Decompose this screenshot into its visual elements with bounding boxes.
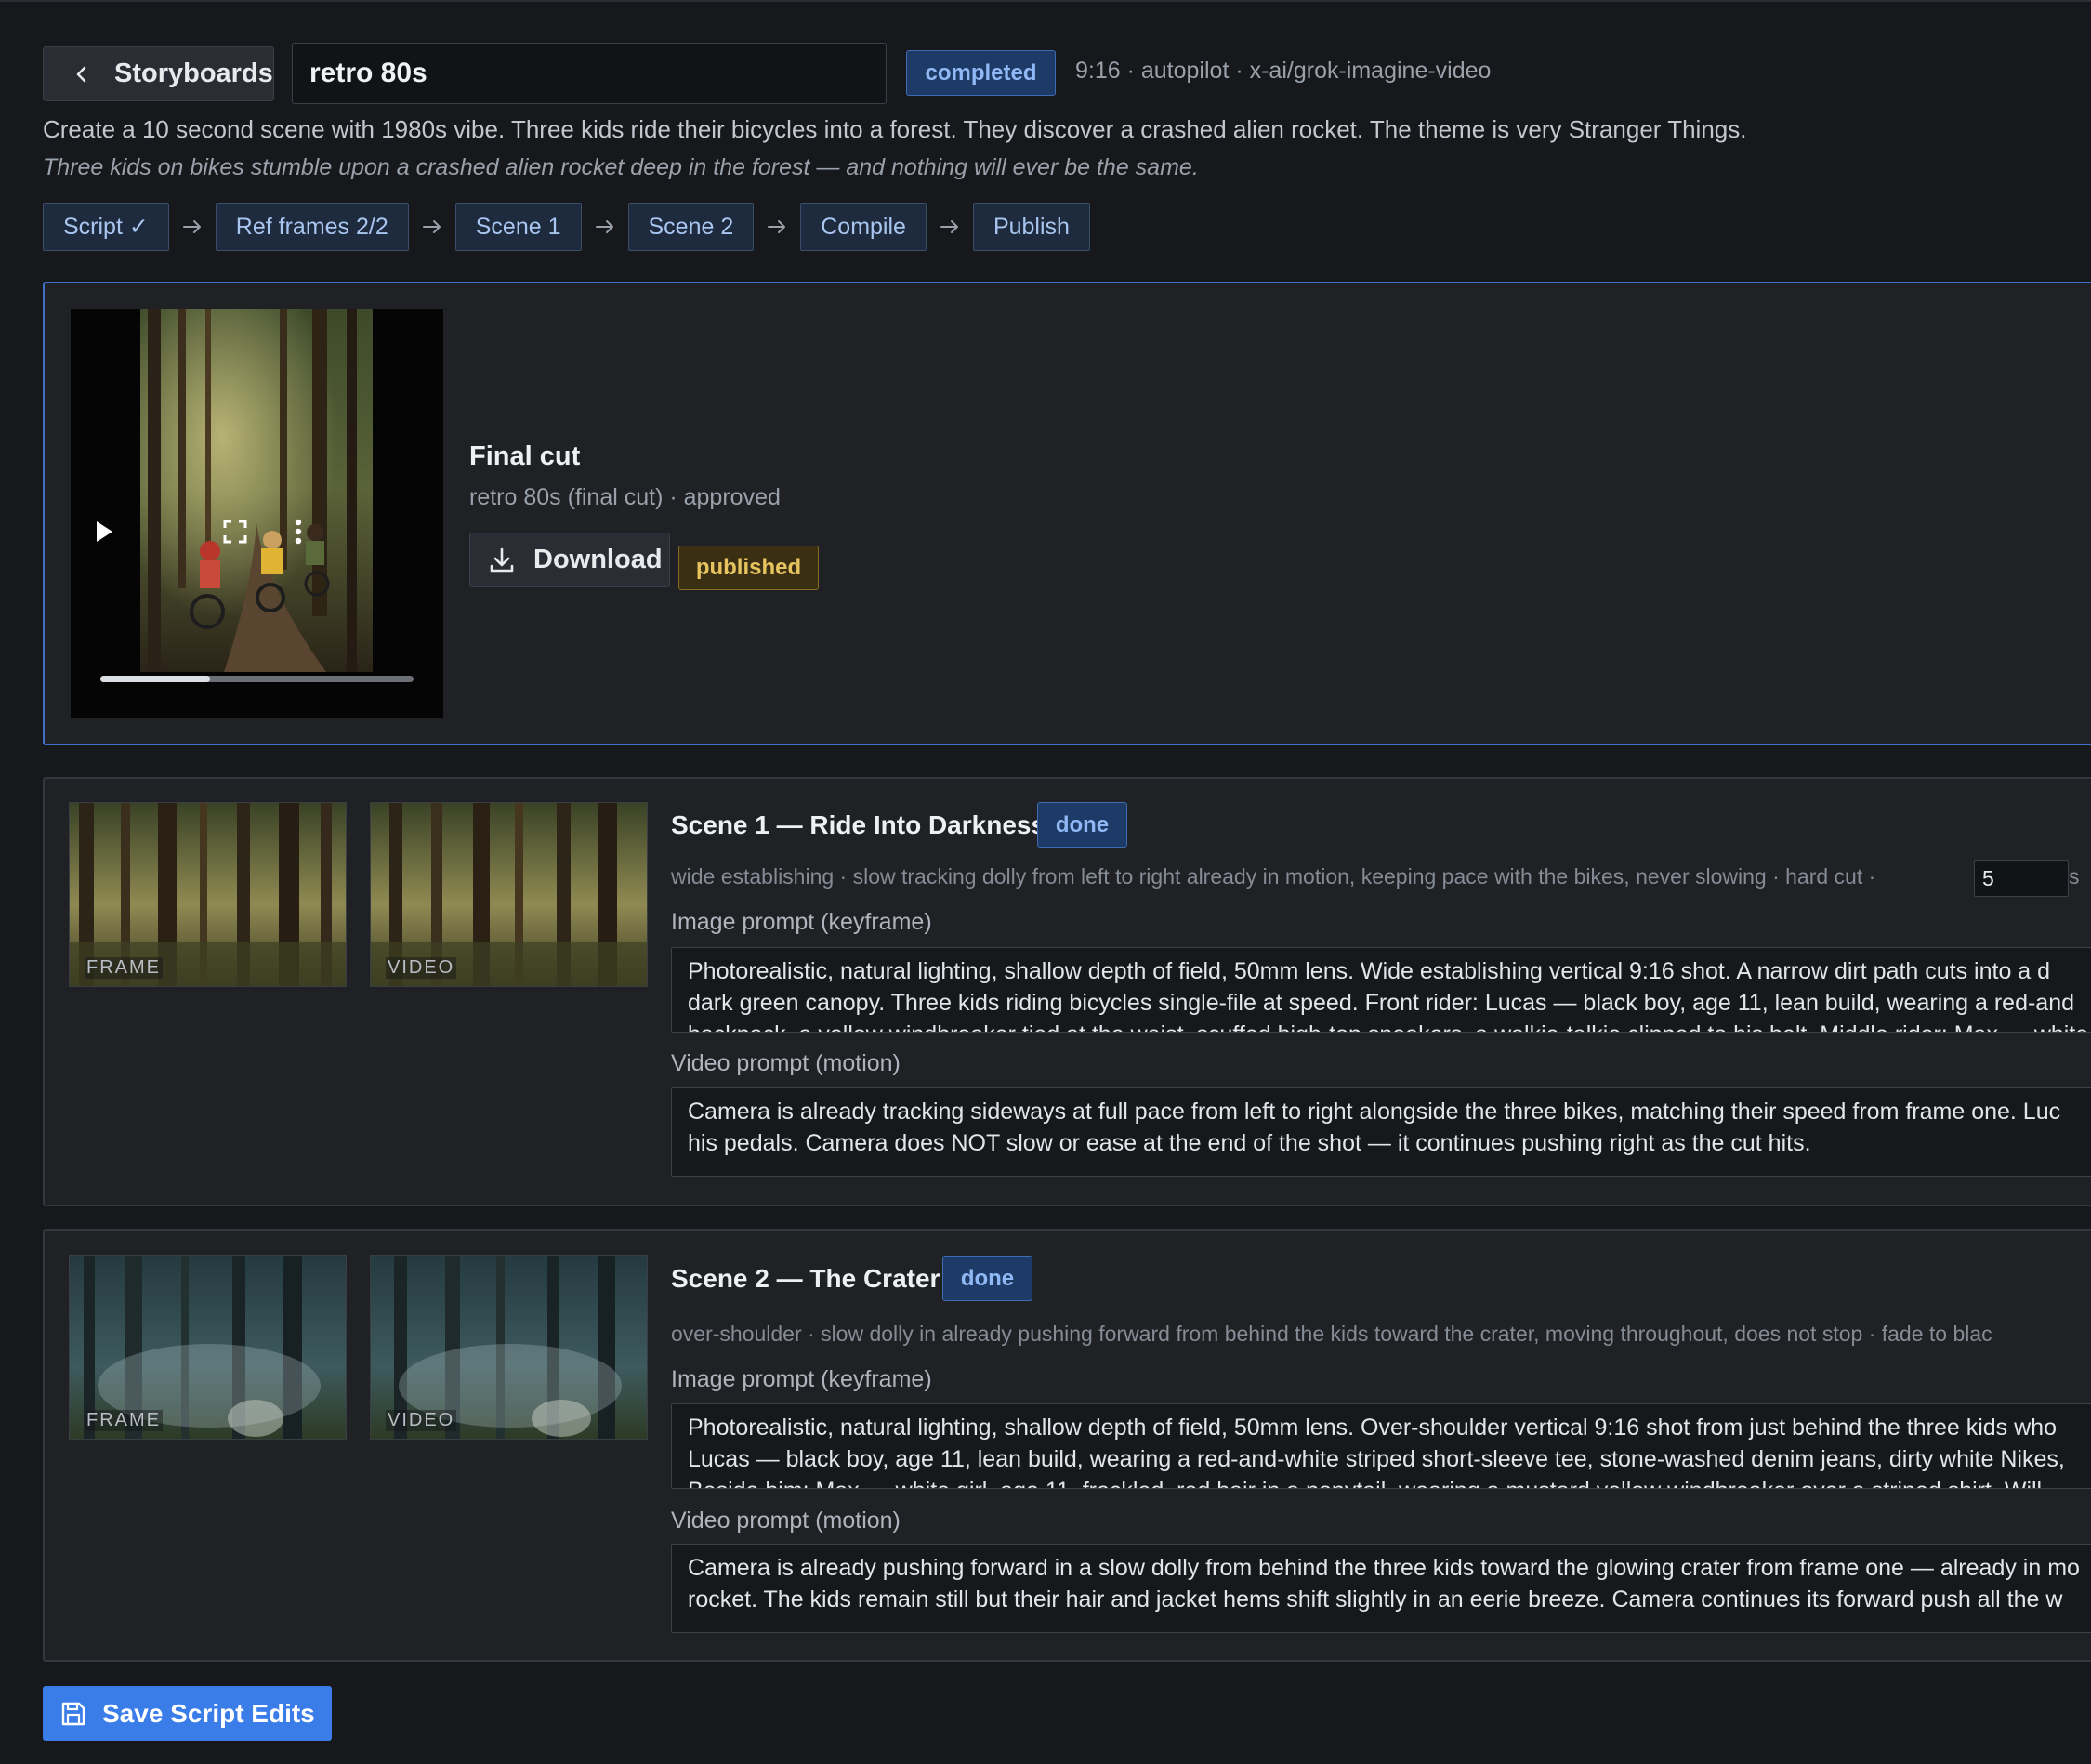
top-divider xyxy=(0,0,2091,2)
download-icon xyxy=(487,546,517,575)
video-label: VIDEO xyxy=(386,1410,457,1431)
arrow-right-icon xyxy=(582,219,628,234)
save-label: Save Script Edits xyxy=(102,1698,315,1728)
more-options-icon[interactable] xyxy=(283,516,314,547)
scene-2-video-prompt-textarea[interactable]: Camera is already pushing forward in a s… xyxy=(671,1544,2091,1633)
video-player[interactable] xyxy=(71,309,443,718)
storyboard-prompt: Create a 10 second scene with 1980s vibe… xyxy=(43,115,1747,143)
step-script[interactable]: Script ✓ xyxy=(43,203,169,251)
scene-1-video-thumbnail[interactable]: VIDEO xyxy=(370,802,648,987)
scene-1-shot-meta: wide establishing · slow tracking dolly … xyxy=(671,864,1876,889)
final-cut-title: Final cut xyxy=(469,441,581,471)
step-publish[interactable]: Publish xyxy=(972,203,1090,251)
prompt-line: Camera is already pushing forward in a s… xyxy=(688,1555,2080,1581)
scene-card-1: FRAME VIDEO Scene 1 — Ride Into Darkness… xyxy=(43,777,2091,1206)
prompt-line: Photorealistic, natural lighting, shallo… xyxy=(688,1415,2057,1441)
prompt-line: rocket. The kids remain still but their … xyxy=(688,1586,2063,1613)
video-label: VIDEO xyxy=(386,957,457,979)
video-prompt-label: Video prompt (motion) xyxy=(671,1507,901,1534)
image-prompt-label: Image prompt (keyframe) xyxy=(671,909,932,935)
frame-label: FRAME xyxy=(85,1410,163,1431)
download-label: Download xyxy=(533,545,663,574)
storyboard-logline: Three kids on bikes stumble upon a crash… xyxy=(43,154,1199,180)
duration-unit: s xyxy=(2069,864,2080,889)
scene-2-shot-meta: over-shoulder · slow dolly in already pu… xyxy=(671,1322,1992,1346)
scene-1-frame-thumbnail[interactable]: FRAME xyxy=(69,802,347,987)
scene-1-status-badge: done xyxy=(1037,802,1127,848)
scene-1-title: Scene 1 — Ride Into Darkness xyxy=(671,810,1046,839)
prompt-line: Beside him: Max — white girl, age 11, fr… xyxy=(688,1475,2091,1488)
frame-label: FRAME xyxy=(85,957,163,979)
scene-1-duration-input[interactable] xyxy=(1974,860,2069,897)
scene-2-frame-thumbnail[interactable]: FRAME xyxy=(69,1255,347,1440)
prompt-line: his pedals. Camera does NOT slow or ease… xyxy=(688,1130,1811,1156)
final-cut-panel: Final cut retro 80s (final cut) · approv… xyxy=(43,282,2091,745)
scene-1-video-prompt-textarea[interactable]: Camera is already tracking sideways at f… xyxy=(671,1087,2091,1177)
save-script-edits-button[interactable]: Save Script Edits xyxy=(43,1686,332,1741)
prompt-line: Lucas — black boy, age 11, lean build, w… xyxy=(688,1446,2065,1472)
prompt-line: dark green canopy. Three kids riding bic… xyxy=(688,990,2075,1016)
pipeline-steps: Script ✓ Ref frames 2/2 Scene 1 Scene 2 … xyxy=(43,203,1090,251)
step-compile[interactable]: Compile xyxy=(800,203,927,251)
step-scene-2[interactable]: Scene 2 xyxy=(627,203,755,251)
save-icon xyxy=(59,1700,87,1728)
status-badge: completed xyxy=(906,50,1056,96)
prompt-line: backpack, a yellow windbreaker tied at t… xyxy=(688,1019,2091,1032)
storyboard-meta: 9:16 · autopilot · x-ai/grok-imagine-vid… xyxy=(1075,58,1492,84)
published-badge: published xyxy=(678,546,819,590)
chevron-left-icon xyxy=(66,59,98,90)
step-scene-1[interactable]: Scene 1 xyxy=(454,203,582,251)
step-ref-frames[interactable]: Ref frames 2/2 xyxy=(215,203,409,251)
prompt-line: Camera is already tracking sideways at f… xyxy=(688,1099,2061,1125)
back-to-storyboards-button[interactable]: Storyboards xyxy=(43,46,274,101)
arrow-right-icon xyxy=(927,219,973,234)
video-frame xyxy=(140,309,373,672)
scene-2-status-badge: done xyxy=(942,1256,1032,1301)
download-button[interactable]: Download xyxy=(469,533,670,587)
scene-card-2: FRAME VIDEO Scene 2 — The Crater done ov… xyxy=(43,1229,2091,1662)
fullscreen-icon[interactable] xyxy=(219,516,251,547)
scene-2-title: Scene 2 — The Crater xyxy=(671,1264,940,1293)
final-cut-subtitle: retro 80s (final cut) · approved xyxy=(469,484,781,510)
video-progress-bar[interactable] xyxy=(100,676,414,682)
prompt-line: Photorealistic, natural lighting, shallo… xyxy=(688,958,2051,984)
video-progress-fill xyxy=(100,676,210,682)
arrow-right-icon xyxy=(169,219,216,234)
arrow-right-icon xyxy=(754,219,800,234)
storyboard-title-input[interactable] xyxy=(292,43,887,104)
video-prompt-label: Video prompt (motion) xyxy=(671,1050,901,1076)
play-icon[interactable] xyxy=(91,516,117,547)
arrow-right-icon xyxy=(409,219,455,234)
scene-2-image-prompt-textarea[interactable]: Photorealistic, natural lighting, shallo… xyxy=(671,1403,2091,1489)
image-prompt-label: Image prompt (keyframe) xyxy=(671,1366,932,1392)
scene-1-image-prompt-textarea[interactable]: Photorealistic, natural lighting, shallo… xyxy=(671,947,2091,1033)
back-button-label: Storyboards xyxy=(114,59,273,88)
scene-2-video-thumbnail[interactable]: VIDEO xyxy=(370,1255,648,1440)
